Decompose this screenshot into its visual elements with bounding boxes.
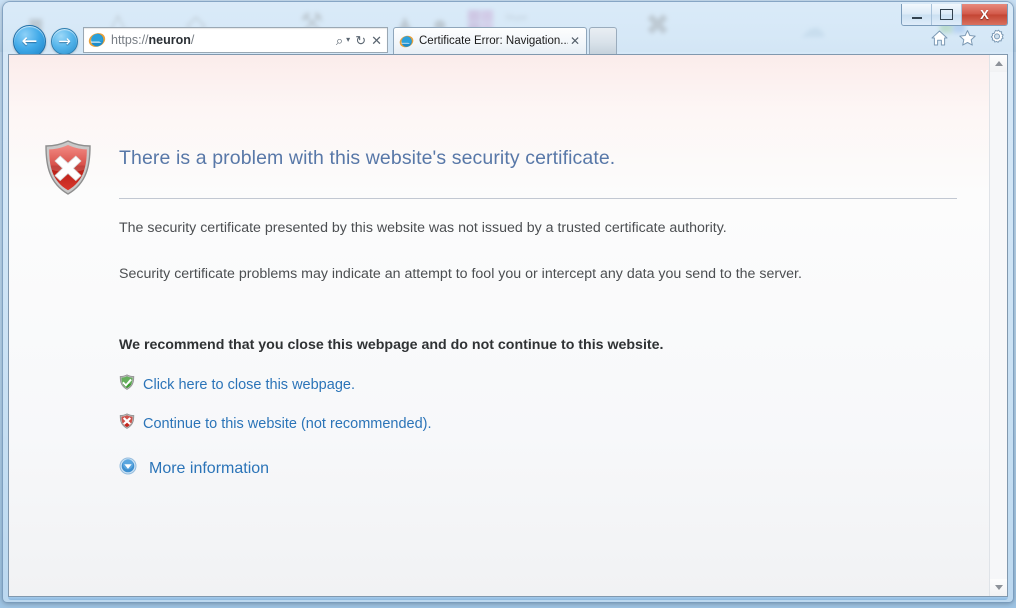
paragraph-warning: Security certificate problems may indica… bbox=[119, 266, 802, 282]
expand-chevron-icon[interactable] bbox=[119, 457, 137, 480]
stop-icon[interactable]: ✕ bbox=[371, 34, 382, 47]
forward-button[interactable]: → bbox=[51, 28, 78, 55]
continue-to-website-link[interactable]: Continue to this website (not recommende… bbox=[143, 416, 432, 432]
back-arrow-icon: ← bbox=[21, 30, 38, 52]
triangle-up-icon bbox=[994, 61, 1003, 66]
more-information-row[interactable]: More information bbox=[119, 457, 269, 480]
tab-title: Certificate Error: Navigation... bbox=[419, 35, 568, 47]
tab-favicon-icon bbox=[399, 34, 414, 49]
window-bottom-edge bbox=[8, 597, 1008, 600]
forward-arrow-icon: → bbox=[58, 32, 71, 50]
browser-window: X ← → https://neuron/ ⌕ ▾ ↻ ✕ Certificat… bbox=[3, 2, 1013, 602]
new-tab-button[interactable] bbox=[589, 27, 617, 54]
search-icon[interactable]: ⌕ bbox=[336, 34, 343, 47]
continue-link-row[interactable]: Continue to this website (not recommende… bbox=[119, 413, 432, 434]
triangle-down-icon bbox=[994, 585, 1003, 590]
address-bar[interactable]: https://neuron/ ⌕ ▾ ↻ ✕ bbox=[83, 27, 388, 53]
scroll-up-button[interactable] bbox=[990, 55, 1007, 72]
vertical-scrollbar[interactable] bbox=[989, 55, 1007, 596]
browser-tab[interactable]: Certificate Error: Navigation... ✕ bbox=[393, 27, 587, 54]
more-information-link[interactable]: More information bbox=[149, 460, 269, 478]
content-viewport: There is a problem with this website's s… bbox=[8, 54, 1008, 597]
certificate-error-page: There is a problem with this website's s… bbox=[9, 55, 989, 596]
scroll-down-button[interactable] bbox=[990, 579, 1007, 596]
tab-close-icon[interactable]: ✕ bbox=[568, 35, 582, 47]
address-input[interactable]: https://neuron/ bbox=[111, 33, 336, 47]
url-prefix: https:// bbox=[111, 33, 149, 47]
recommendation-text: We recommend that you close this webpage… bbox=[119, 337, 664, 353]
paragraph-issuer: The security certificate presented by th… bbox=[119, 220, 727, 236]
address-bar-tools: ⌕ ▾ ↻ ✕ bbox=[336, 34, 387, 47]
internet-explorer-icon bbox=[88, 31, 106, 49]
navigation-toolbar: ← → https://neuron/ ⌕ ▾ ↻ ✕ Certificate … bbox=[3, 2, 1013, 58]
refresh-icon[interactable]: ↻ bbox=[355, 34, 366, 47]
green-shield-ok-icon bbox=[119, 374, 135, 395]
close-webpage-link[interactable]: Click here to close this webpage. bbox=[143, 377, 355, 393]
url-host: neuron bbox=[148, 33, 191, 47]
red-shield-error-icon-small bbox=[119, 413, 135, 434]
url-suffix: / bbox=[190, 33, 195, 47]
close-webpage-link-row[interactable]: Click here to close this webpage. bbox=[119, 374, 355, 395]
page-title: There is a problem with this website's s… bbox=[119, 147, 616, 169]
heading-divider bbox=[119, 198, 957, 199]
chevron-down-icon[interactable]: ▾ bbox=[346, 36, 350, 44]
red-shield-error-icon bbox=[42, 139, 94, 197]
